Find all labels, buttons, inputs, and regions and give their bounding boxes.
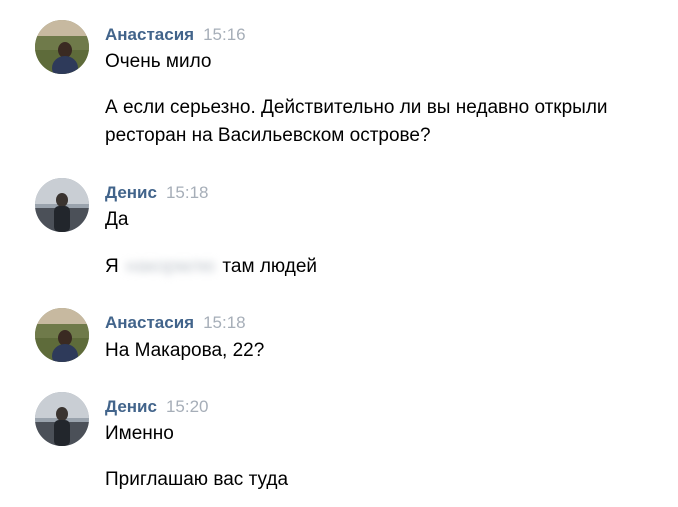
- message-time[interactable]: 15:18: [203, 313, 246, 332]
- message-time[interactable]: 15:16: [203, 25, 246, 44]
- message-header: Денис 15:18: [105, 183, 209, 203]
- message-text-part: Я: [105, 256, 119, 277]
- message-text: Приглашаю вас туда: [105, 469, 289, 490]
- message-text: На Макарова, 22?: [105, 340, 265, 361]
- author-name[interactable]: Денис: [105, 183, 157, 202]
- message-text-censored: Я накормлю там людей: [105, 253, 665, 281]
- avatar[interactable]: [35, 178, 89, 232]
- message-text: Очень мило: [105, 51, 212, 72]
- message-text: А если серьезно. Действительно ли вы нед…: [105, 97, 608, 146]
- author-name[interactable]: Анастасия: [105, 25, 194, 44]
- avatar[interactable]: [35, 20, 89, 74]
- author-name[interactable]: Денис: [105, 397, 157, 416]
- message-header: Анастасия 15:16: [105, 25, 246, 45]
- message-header: Денис 15:20: [105, 397, 209, 417]
- message-text-part: там людей: [222, 256, 318, 277]
- message-time[interactable]: 15:18: [166, 183, 209, 202]
- message-header: Анастасия 15:18: [105, 313, 246, 333]
- message-text: Именно: [105, 423, 174, 444]
- message-time[interactable]: 15:20: [166, 397, 209, 416]
- message-text: Да: [105, 209, 129, 230]
- avatar[interactable]: [35, 308, 89, 362]
- blurred-word: накормлю: [126, 256, 216, 277]
- avatar[interactable]: [35, 392, 89, 446]
- author-name[interactable]: Анастасия: [105, 313, 194, 332]
